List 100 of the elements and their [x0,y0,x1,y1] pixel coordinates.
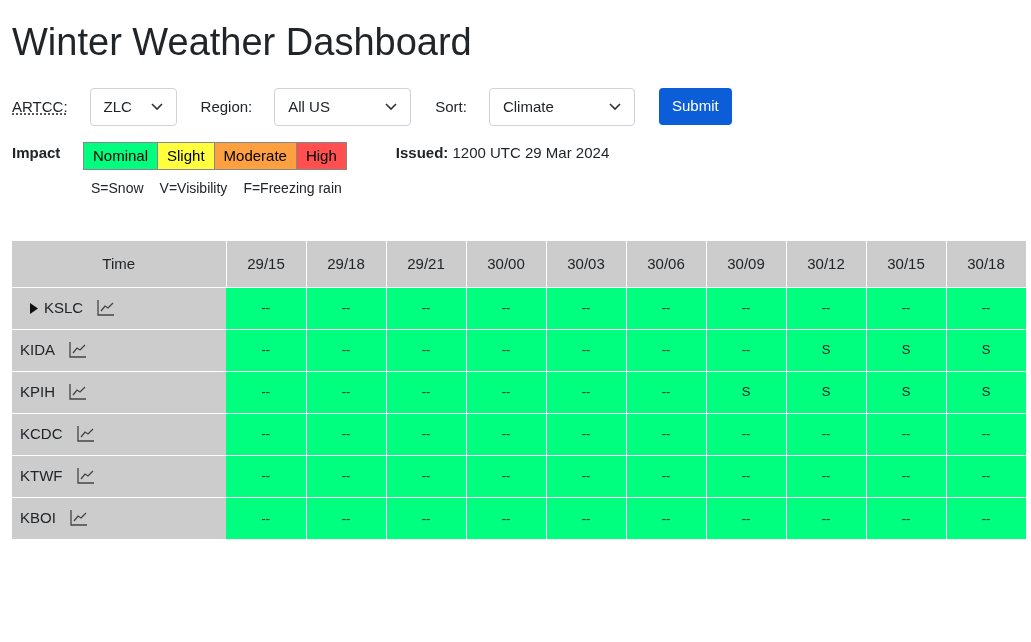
forecast-cell: -- [786,413,866,455]
submit-button[interactable]: Submit [658,88,732,125]
forecast-cell: S [706,371,786,413]
forecast-cell: -- [226,371,306,413]
forecast-cell: -- [626,455,706,497]
forecast-cell: -- [466,371,546,413]
forecast-cell: -- [706,455,786,497]
forecast-cell: -- [386,455,466,497]
forecast-cell: -- [626,287,706,329]
forecast-cell: -- [946,455,1026,497]
forecast-cell: -- [226,455,306,497]
impact-level: High [295,143,346,169]
column-header: 29/18 [306,241,386,287]
forecast-cell: S [946,371,1026,413]
line-chart-icon[interactable] [97,300,115,316]
station-name: KBOI [20,508,56,528]
forecast-cell: -- [706,413,786,455]
chevron-down-icon [608,103,621,111]
forecast-cell: -- [226,329,306,371]
row-header: Time [12,241,226,287]
forecast-cell: -- [386,371,466,413]
column-header: 30/00 [466,241,546,287]
forecast-cell: -- [306,371,386,413]
forecast-cell: -- [786,455,866,497]
impact-level: Nominal [84,143,158,169]
forecast-cell: -- [306,497,386,539]
impact-level: Moderate [213,143,296,169]
code-legend: S=Snow [91,178,144,199]
forecast-cell: -- [706,287,786,329]
forecast-cell: -- [626,413,706,455]
column-header: 30/18 [946,241,1026,287]
forecast-cell: -- [546,497,626,539]
forecast-cell: -- [946,413,1026,455]
forecast-cell: -- [546,413,626,455]
line-chart-icon[interactable] [76,468,94,484]
forecast-cell: -- [626,329,706,371]
filter-label: Sort: [435,97,467,117]
forecast-cell: -- [386,413,466,455]
dropdown[interactable]: ZLC [89,88,177,126]
issued-text: Issued: 1200 UTC 29 Mar 2024 [395,143,610,163]
forecast-cell: -- [866,287,946,329]
forecast-cell: S [786,329,866,371]
forecast-cell: -- [466,497,546,539]
station-name: KTWF [20,465,63,486]
chevron-down-icon [150,103,163,111]
forecast-cell: -- [546,455,626,497]
station-name: KCDC [20,423,63,444]
forecast-cell: -- [706,497,786,539]
forecast-cell: -- [546,371,626,413]
column-header: 30/15 [866,241,946,287]
forecast-cell: S [786,371,866,413]
forecast-cell: -- [226,413,306,455]
forecast-cell: -- [946,287,1026,329]
station-name: KPIH [20,381,55,402]
forecast-cell: -- [386,287,466,329]
column-header: 30/06 [626,241,706,287]
column-header: 29/15 [226,241,306,287]
forecast-cell: S [866,371,946,413]
expand-triangle-icon[interactable] [30,302,38,314]
forecast-cell: -- [626,371,706,413]
chevron-down-icon [385,103,398,111]
forecast-cell: -- [786,497,866,539]
forecast-cell: -- [386,329,466,371]
forecast-cell: -- [466,287,546,329]
station-name: KSLC [44,297,84,318]
forecast-cell: -- [306,455,386,497]
forecast-cell: -- [226,287,306,329]
filter-label: Region: [200,97,253,117]
forecast-cell: -- [626,497,706,539]
forecast-cell: S [866,329,946,371]
forecast-cell: -- [866,455,946,497]
impact-level: Slight [157,143,214,169]
line-chart-icon[interactable] [69,384,86,400]
dropdown[interactable]: Climate [488,88,635,126]
forecast-cell: -- [466,329,546,371]
line-chart-icon[interactable] [76,426,94,442]
column-header: 30/12 [786,241,866,287]
line-chart-icon[interactable] [69,342,86,358]
column-header: 30/03 [546,241,626,287]
dropdown[interactable]: All US [274,88,412,126]
forecast-cell: -- [866,497,946,539]
page-title: Winter Weather Dashboard [12,20,472,65]
forecast-cell: -- [786,287,866,329]
forecast-cell: -- [706,329,786,371]
forecast-cell: -- [306,287,386,329]
forecast-cell: -- [226,497,306,539]
forecast-cell: S [946,329,1026,371]
column-header: 30/09 [706,241,786,287]
forecast-cell: -- [306,413,386,455]
filter-label: ARTCC: [12,97,68,117]
forecast-cell: -- [386,497,466,539]
code-legend: F=Freezing rain [243,178,342,199]
station-name: KIDA [20,339,55,360]
line-chart-icon[interactable] [69,510,87,527]
forecast-cell: -- [546,329,626,371]
code-legend: V=Visibility [159,178,228,199]
forecast-cell: -- [946,497,1026,539]
forecast-cell: -- [466,455,546,497]
forecast-cell: -- [866,413,946,455]
forecast-cell: -- [466,413,546,455]
